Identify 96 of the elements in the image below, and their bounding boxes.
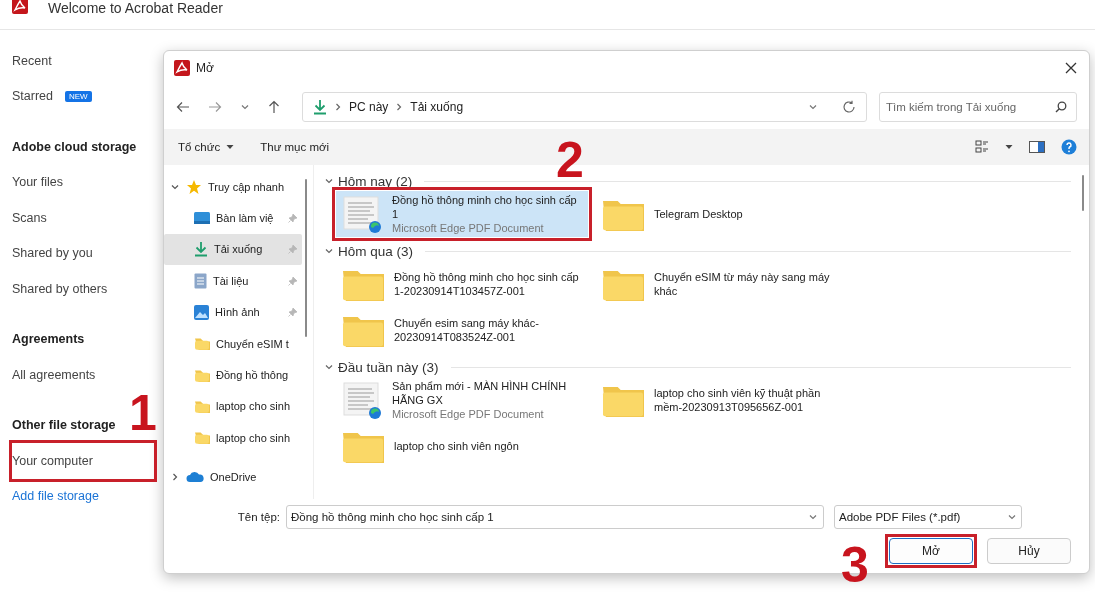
- acrobat-logo-icon: [174, 60, 190, 76]
- file-type: Microsoft Edge PDF Document: [392, 407, 545, 421]
- file-item[interactable]: laptop cho sinh viên kỹ thuật phần mềm-20230913T095656Z-001: [596, 377, 848, 423]
- view-options-icon[interactable]: [975, 140, 989, 154]
- add-storage-link[interactable]: Add file storage: [12, 478, 160, 514]
- nav-item[interactable]: Đồng hồ thông: [164, 359, 302, 391]
- sidebar-item[interactable]: All agreements: [12, 357, 96, 393]
- nav-item[interactable]: Hình ảnh: [164, 296, 302, 328]
- caret-icon[interactable]: [1005, 144, 1013, 150]
- breadcrumb-item[interactable]: Tải xuống: [410, 100, 464, 114]
- breadcrumb-item[interactable]: PC này: [349, 100, 389, 114]
- desktop-icon: [194, 211, 210, 226]
- new-folder-button[interactable]: Thư mục mới: [254, 138, 336, 156]
- search-field[interactable]: Tìm kiếm trong Tải xuống: [879, 92, 1077, 122]
- document-icon: [194, 272, 207, 289]
- file-name: Đồng hồ thông minh cho học sinh cấp 1: [392, 193, 578, 221]
- nav-item[interactable]: laptop cho sinh: [164, 422, 302, 454]
- collapse-chevron-icon[interactable]: [324, 362, 334, 372]
- folder-icon: [194, 399, 210, 413]
- folder-icon: [194, 431, 210, 445]
- filename-field[interactable]: Đồng hồ thông minh cho học sinh cấp 1: [286, 505, 824, 529]
- section-heading: Adobe cloud storage: [12, 138, 137, 156]
- sidebar-item[interactable]: Recent: [12, 43, 52, 79]
- dropdown-chevron-icon: [808, 102, 818, 112]
- nav-item[interactable]: Bàn làm việ: [164, 202, 302, 234]
- file-type: Microsoft Edge PDF Document: [392, 221, 545, 235]
- file-item[interactable]: Đồng hồ thông minh cho học sinh cấp 1-20230914T103457Z-001: [336, 261, 588, 307]
- new-badge: NEW: [65, 90, 92, 102]
- file-name: laptop cho sinh viên kỹ thuật phần mềm-20230913T095656Z-001: [654, 386, 822, 414]
- dropdown-chevron-icon: [1007, 512, 1017, 522]
- app-title: Welcome to Acrobat Reader: [48, 0, 223, 16]
- nav-item[interactable]: Tải xuống: [164, 233, 302, 266]
- nav-item[interactable]: Truy cập nhanh: [164, 171, 302, 203]
- preview-pane-icon[interactable]: [1029, 141, 1045, 153]
- group-heading[interactable]: Đầu tuần này (3): [338, 359, 439, 375]
- file-item[interactable]: Đồng hồ thông minh cho học sinh cấp 1 Microsoft Edge PDF Document: [336, 191, 588, 237]
- sidebar-item[interactable]: Shared by others: [12, 271, 108, 307]
- file-type-dropdown[interactable]: Adobe PDF Files (*.pdf): [834, 505, 1022, 529]
- address-bar[interactable]: PC này Tải xuống: [302, 92, 867, 122]
- file-name: Telegram Desktop: [654, 207, 743, 221]
- file-item[interactable]: Chuyển eSIM từ máy này sang máy khác: [596, 261, 848, 307]
- nav-item[interactable]: Tài liệu: [164, 265, 302, 297]
- folder-icon: [194, 337, 210, 351]
- dropdown-chevron-icon: [808, 512, 818, 522]
- picture-icon: [194, 304, 209, 320]
- section-heading: Agreements: [12, 331, 85, 349]
- help-icon[interactable]: [1061, 139, 1077, 155]
- file-name: Sản phẩm mới - MÀN HÌNH CHÍNH HÃNG GX: [392, 379, 568, 407]
- section-heading: Other file storage: [12, 417, 116, 435]
- collapse-chevron-icon[interactable]: [324, 246, 334, 256]
- chevron-right-icon: [333, 102, 343, 112]
- organize-button[interactable]: Tổ chức: [172, 138, 241, 156]
- cloud-icon: [186, 471, 204, 484]
- collapse-chevron-icon[interactable]: [324, 176, 334, 186]
- forward-arrow-icon[interactable]: [208, 101, 222, 113]
- search-icon: [1055, 101, 1067, 113]
- sidebar-item[interactable]: Starred: [12, 89, 53, 104]
- caret-icon: [226, 144, 235, 150]
- download-icon: [313, 99, 327, 115]
- back-arrow-icon[interactable]: [176, 101, 190, 113]
- sidebar-item[interactable]: Scans: [12, 200, 47, 236]
- step-number: 1: [129, 388, 157, 438]
- file-item[interactable]: Telegram Desktop: [596, 191, 848, 237]
- scrollbar[interactable]: [1082, 175, 1084, 211]
- file-name: laptop cho sinh viên ngôn: [394, 439, 519, 453]
- nav-item[interactable]: OneDrive: [164, 461, 302, 493]
- step-number: 2: [556, 135, 584, 185]
- cancel-button[interactable]: Hủy: [987, 538, 1071, 564]
- recent-locations-icon[interactable]: [240, 102, 250, 112]
- dialog-title: Mở: [196, 61, 214, 75]
- up-arrow-icon[interactable]: [268, 100, 280, 114]
- nav-item[interactable]: laptop cho sinh: [164, 390, 302, 423]
- star-icon: [186, 178, 202, 195]
- sidebar-item[interactable]: Your computer: [12, 443, 93, 479]
- pdf-thumbnail-icon: [342, 194, 382, 234]
- file-item[interactable]: Chuyển esim sang máy khác-20230914T083524Z-001: [336, 307, 588, 353]
- pdf-thumbnail-icon: [342, 380, 382, 420]
- field-label: Tên tệp:: [236, 511, 280, 523]
- nav-item[interactable]: Chuyển eSIM t: [164, 327, 302, 360]
- step-number: 3: [841, 540, 869, 590]
- sidebar-item[interactable]: Your files: [12, 164, 63, 200]
- scrollbar[interactable]: [305, 179, 307, 337]
- file-name: Đồng hồ thông minh cho học sinh cấp 1-20230914T103457Z-001: [394, 270, 580, 298]
- file-name: Chuyển eSIM từ máy này sang máy khác: [654, 270, 831, 298]
- expand-chevron-icon: [170, 472, 180, 483]
- file-item[interactable]: laptop cho sinh viên ngôn: [336, 423, 588, 469]
- folder-icon: [194, 368, 210, 382]
- download-icon: [194, 241, 208, 258]
- open-button[interactable]: Mở: [889, 538, 973, 564]
- acrobat-logo-icon: [12, 0, 28, 14]
- group-heading[interactable]: Hôm qua (3): [338, 243, 414, 259]
- file-name: Chuyển esim sang máy khác-20230914T083524Z-001: [394, 316, 540, 344]
- close-icon[interactable]: [1065, 62, 1077, 74]
- file-item[interactable]: Sản phẩm mới - MÀN HÌNH CHÍNH HÃNG GX Microsoft Edge PDF Document: [336, 377, 588, 423]
- refresh-icon[interactable]: [842, 100, 856, 114]
- sidebar-item[interactable]: Shared by you: [12, 235, 93, 271]
